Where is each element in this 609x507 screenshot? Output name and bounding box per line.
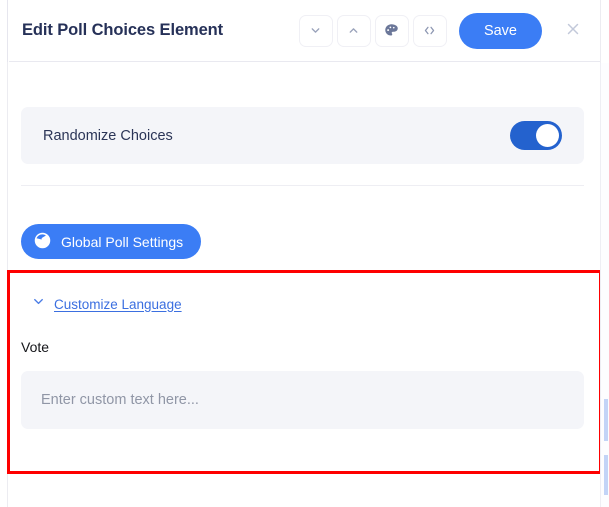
page-title: Edit Poll Choices Element [22,21,223,40]
close-icon [564,20,582,41]
right-rail-marker [604,399,608,441]
globe-icon [33,231,52,253]
modal-body: Randomize Choices Global Poll Settings C… [9,62,600,507]
move-up-button[interactable] [337,15,371,47]
chevron-up-icon [347,24,360,37]
customize-language-link: Customize Language [54,297,182,312]
customize-language-toggle[interactable]: Customize Language [31,294,182,314]
modal-header: Edit Poll Choices Element [9,0,600,62]
section-divider [21,185,584,186]
code-button[interactable] [413,15,447,47]
custom-text-input[interactable] [21,371,584,429]
code-icon [422,23,437,38]
close-button[interactable] [558,16,588,46]
save-button[interactable]: Save [459,13,542,49]
theme-button[interactable] [375,15,409,47]
randomize-choices-row: Randomize Choices [21,107,584,164]
palette-icon [384,23,399,38]
toggle-knob [536,124,559,147]
chevron-down-icon [31,294,46,314]
edit-poll-choices-modal: Edit Poll Choices Element [0,0,609,507]
chevron-down-icon [309,24,322,37]
global-poll-settings-label: Global Poll Settings [61,234,183,250]
randomize-choices-toggle[interactable] [510,121,562,150]
right-rail-marker [604,455,608,495]
left-gutter [0,0,8,507]
global-poll-settings-button[interactable]: Global Poll Settings [21,224,201,259]
randomize-choices-label: Randomize Choices [43,128,173,144]
move-down-button[interactable] [299,15,333,47]
header-actions: Save [299,13,588,49]
vote-field-label: Vote [21,339,49,355]
right-scroll-rail[interactable] [600,63,609,507]
left-gutter-top [0,0,8,62]
